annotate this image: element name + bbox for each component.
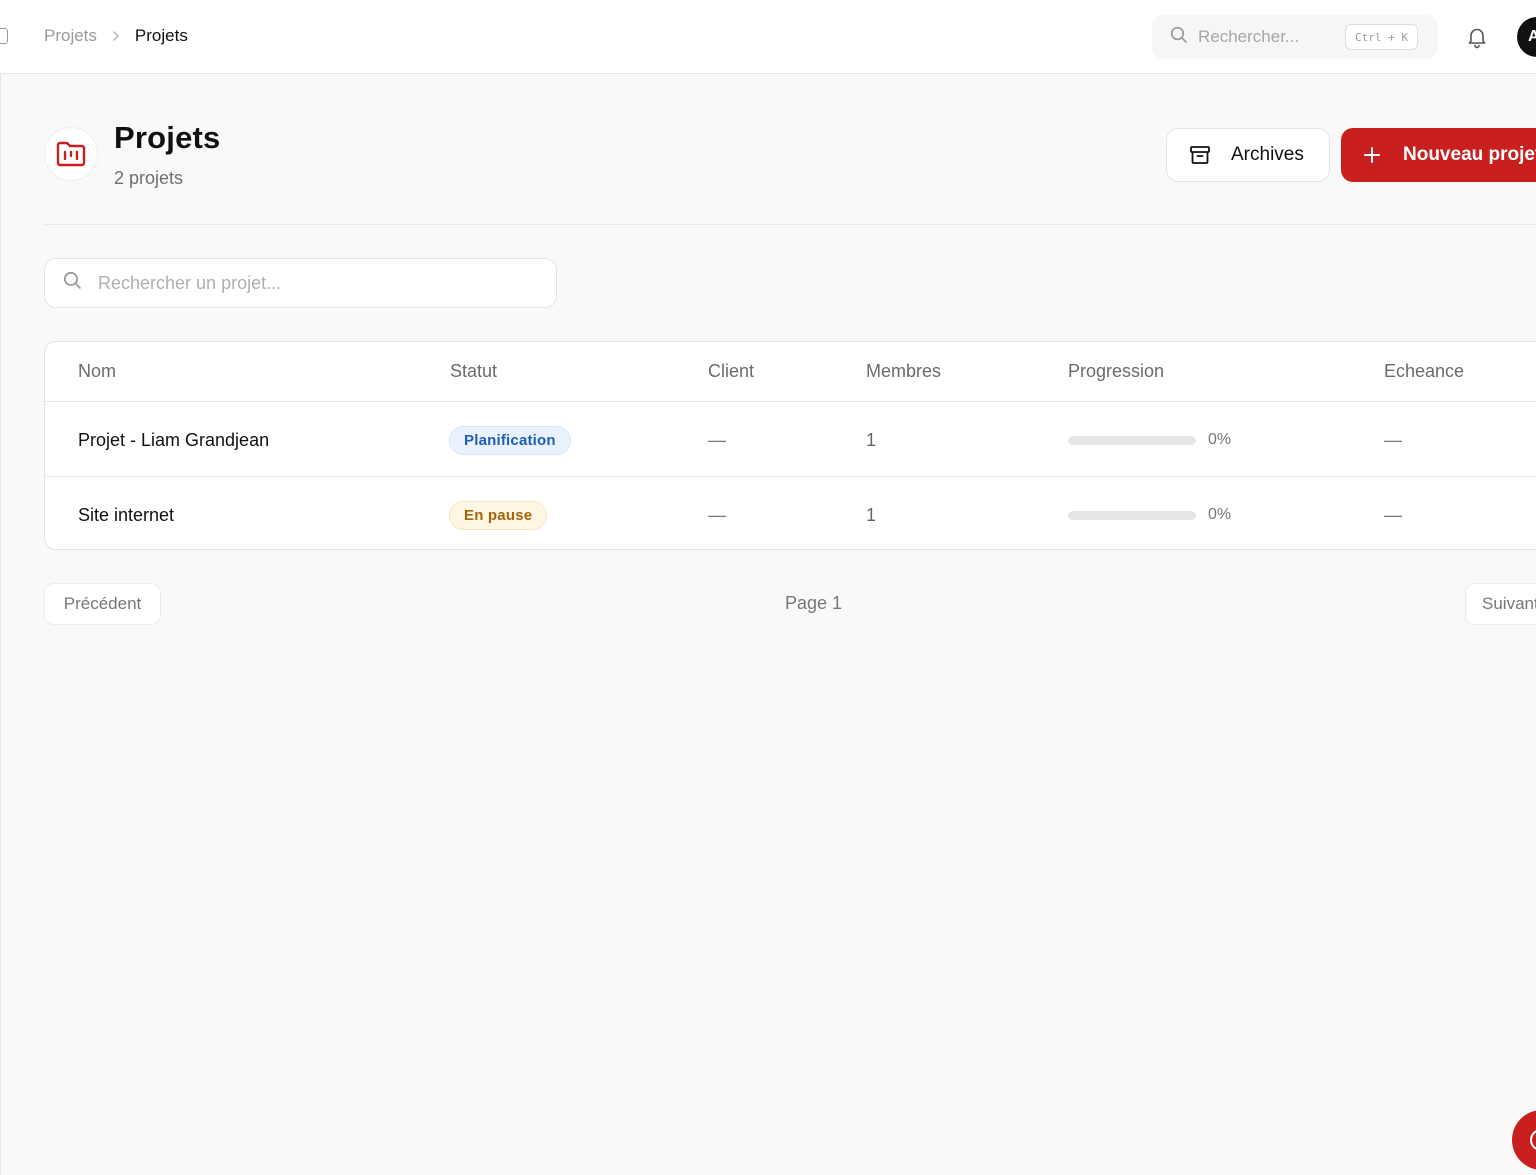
archives-button[interactable]: Archives bbox=[1166, 128, 1330, 182]
folder-icon bbox=[44, 127, 98, 181]
breadcrumb: Projets Projets bbox=[44, 24, 188, 48]
status-badge: En pause bbox=[449, 500, 548, 530]
table-header: Nom Statut Client Membres Progression Ec… bbox=[45, 342, 1536, 402]
project-name[interactable]: Site internet bbox=[78, 478, 174, 549]
breadcrumb-current: Projets bbox=[134, 26, 188, 45]
progress-cell: 0% bbox=[1068, 403, 1231, 477]
client-value: — bbox=[708, 429, 726, 450]
due-date-value: — bbox=[1384, 504, 1402, 525]
global-search-placeholder: Rechercher... bbox=[1198, 27, 1300, 46]
status-cell: En pause bbox=[449, 478, 548, 549]
next-page-button[interactable]: Suivant bbox=[1465, 583, 1536, 625]
help-button[interactable] bbox=[1512, 1110, 1536, 1170]
table-row[interactable]: Site internet En pause — 1 0% — bbox=[45, 478, 1536, 549]
new-project-button[interactable]: Nouveau projet bbox=[1341, 128, 1536, 182]
progress-percent: 0% bbox=[1208, 506, 1232, 523]
header-divider bbox=[44, 224, 1536, 225]
new-project-button-label: Nouveau projet bbox=[1403, 144, 1536, 165]
due-date-value: — bbox=[1384, 429, 1402, 450]
archives-button-label: Archives bbox=[1231, 144, 1304, 165]
sidebar-toggle-icon[interactable] bbox=[0, 28, 8, 44]
column-header-status[interactable]: Statut bbox=[450, 361, 497, 382]
column-header-name[interactable]: Nom bbox=[78, 361, 116, 382]
column-header-due-date[interactable]: Echeance bbox=[1384, 361, 1464, 382]
archive-icon bbox=[1190, 146, 1210, 164]
search-icon bbox=[1170, 26, 1188, 49]
keyboard-shortcut-badge: Ctrl + K bbox=[1345, 24, 1418, 50]
project-search[interactable] bbox=[44, 258, 557, 308]
project-search-input[interactable] bbox=[98, 272, 518, 294]
column-header-progress[interactable]: Progression bbox=[1068, 361, 1164, 382]
members-count: 1 bbox=[866, 429, 877, 450]
column-header-client[interactable]: Client bbox=[708, 361, 754, 382]
chevron-right-icon bbox=[111, 30, 121, 42]
page-indicator: Page 1 bbox=[785, 593, 843, 613]
progress-cell: 0% bbox=[1068, 478, 1232, 549]
client-value: — bbox=[708, 504, 726, 525]
project-count: 2 projets bbox=[114, 168, 184, 188]
help-icon bbox=[1530, 1130, 1536, 1150]
project-name[interactable]: Projet - Liam Grandjean bbox=[78, 403, 269, 477]
progress-percent: 0% bbox=[1208, 431, 1232, 448]
projects-table: Nom Statut Client Membres Progression Ec… bbox=[44, 341, 1536, 550]
plus-icon bbox=[1364, 147, 1380, 163]
sidebar-edge bbox=[0, 0, 1, 1175]
bell-icon[interactable] bbox=[1465, 25, 1489, 49]
top-bar: Projets Projets Rechercher... Ctrl + K A bbox=[0, 0, 1536, 74]
previous-page-button[interactable]: Précédent bbox=[44, 583, 161, 625]
status-badge: Planification bbox=[449, 425, 571, 455]
progress-bar bbox=[1068, 435, 1196, 445]
members-count: 1 bbox=[866, 504, 877, 525]
column-header-members[interactable]: Membres bbox=[866, 361, 941, 382]
progress-bar bbox=[1068, 510, 1196, 520]
avatar-initial: A bbox=[1528, 28, 1536, 45]
avatar[interactable]: A bbox=[1517, 17, 1536, 57]
status-cell: Planification bbox=[449, 403, 571, 477]
table-row[interactable]: Projet - Liam Grandjean Planification — … bbox=[45, 403, 1536, 477]
breadcrumb-parent[interactable]: Projets bbox=[44, 26, 97, 46]
global-search[interactable]: Rechercher... Ctrl + K bbox=[1152, 15, 1438, 59]
page-title: Projets bbox=[114, 120, 221, 155]
search-icon bbox=[63, 271, 82, 295]
